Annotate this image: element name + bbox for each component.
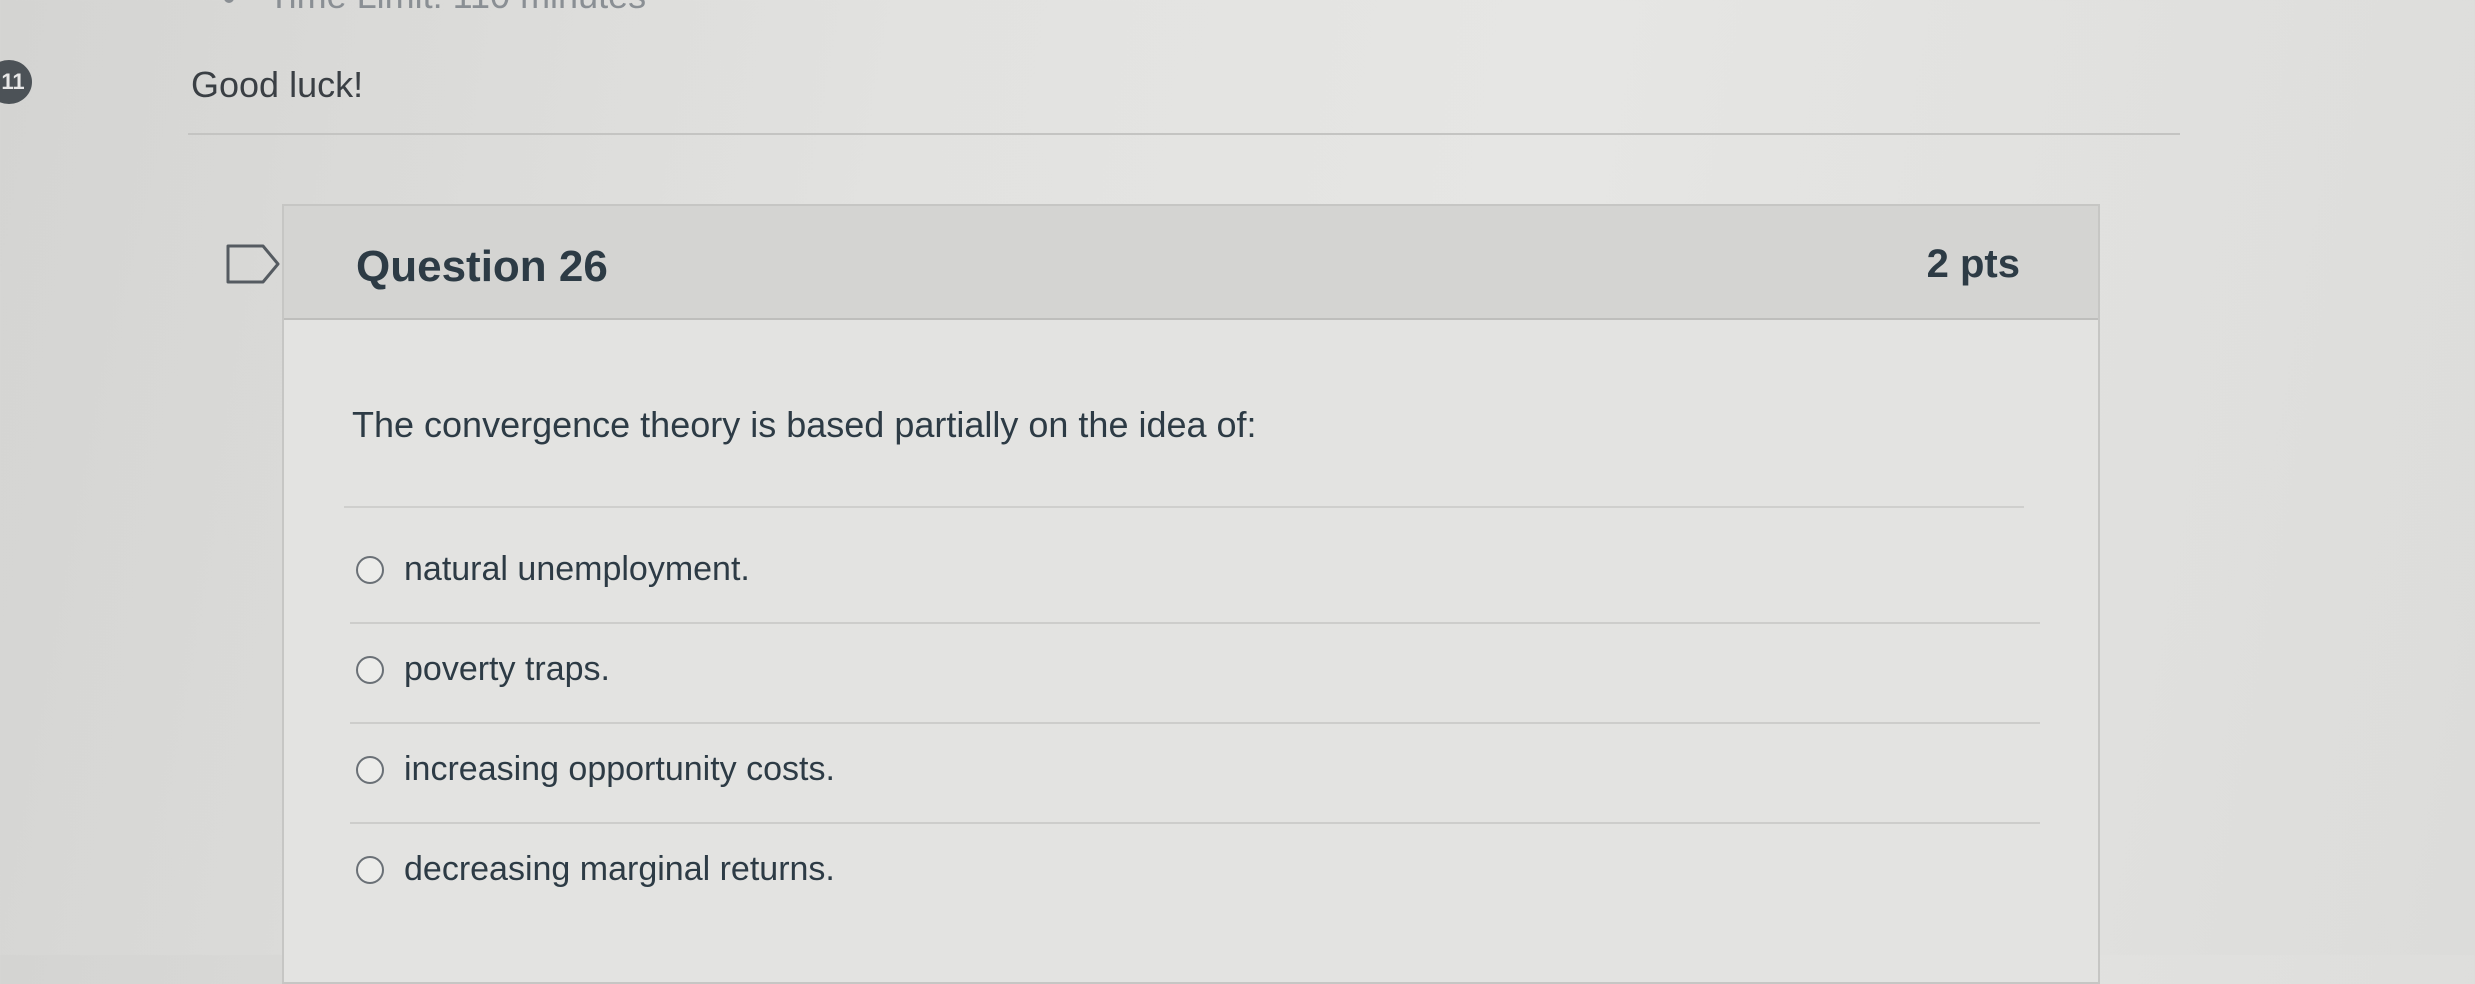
- flag-question-icon[interactable]: [225, 243, 281, 285]
- question-card: Question 26 2 pts The convergence theory…: [282, 204, 2100, 984]
- answer-option-2[interactable]: poverty traps.: [350, 624, 2040, 724]
- radio-button[interactable]: [356, 556, 384, 584]
- good-luck-text: Good luck!: [191, 64, 364, 105]
- time-limit-text: Time Limit: 110 minutes: [268, 0, 646, 16]
- header-divider: [188, 133, 2180, 135]
- question-text: The convergence theory is based partiall…: [352, 404, 1257, 445]
- bullet-icon: [224, 0, 234, 4]
- radio-button[interactable]: [356, 856, 384, 884]
- question-title: Question 26: [356, 242, 608, 291]
- answer-label: natural unemployment.: [404, 550, 750, 588]
- count-badge: 11: [0, 60, 32, 104]
- answer-option-3[interactable]: increasing opportunity costs.: [350, 724, 2040, 824]
- radio-button[interactable]: [356, 656, 384, 684]
- answer-option-1[interactable]: natural unemployment.: [350, 524, 2040, 624]
- answer-label: decreasing marginal returns.: [404, 850, 835, 888]
- question-points: 2 pts: [1926, 242, 2020, 286]
- answer-label: poverty traps.: [404, 650, 610, 688]
- radio-button[interactable]: [356, 756, 384, 784]
- answer-option-4[interactable]: decreasing marginal returns.: [350, 824, 2040, 922]
- question-header: Question 26 2 pts: [284, 206, 2098, 320]
- answer-label: increasing opportunity costs.: [404, 750, 835, 788]
- time-limit-item: Time Limit: 110 minutes: [224, 0, 646, 18]
- question-divider: [344, 506, 2024, 508]
